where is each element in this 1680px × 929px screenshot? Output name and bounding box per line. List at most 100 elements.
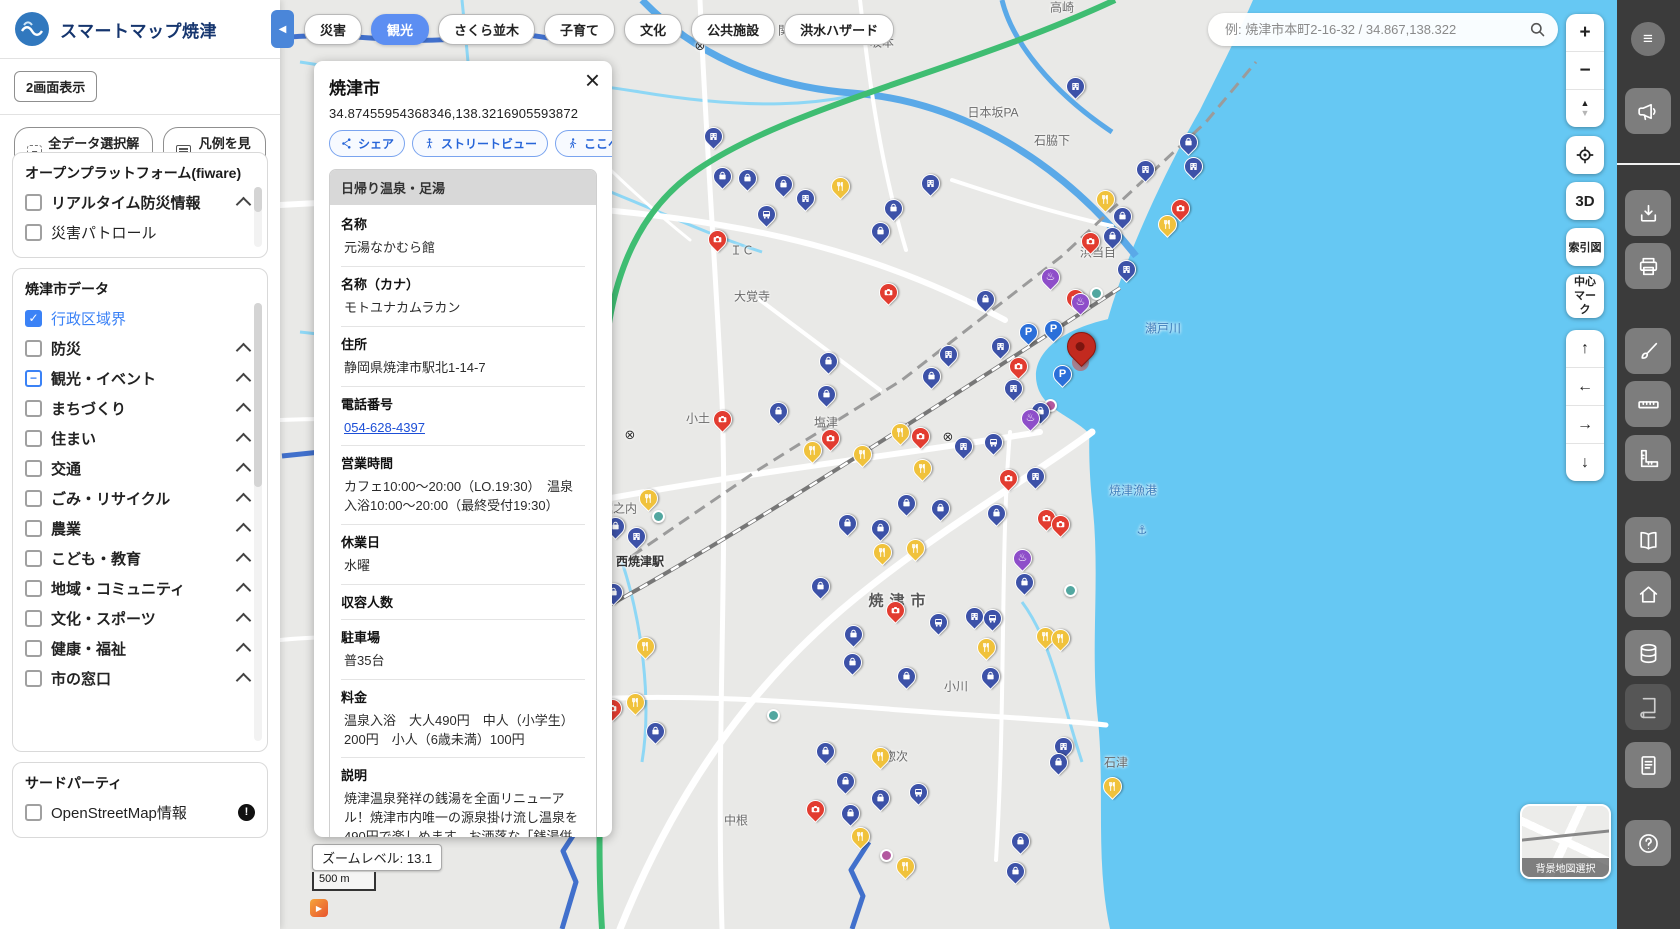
zoom-out-button[interactable]: −	[1566, 51, 1604, 89]
checkbox-unchecked[interactable]	[25, 400, 42, 417]
chevron-up-icon[interactable]	[236, 196, 252, 212]
filter-chip-子育て[interactable]: 子育て	[544, 14, 615, 45]
checkbox-unchecked[interactable]	[25, 550, 42, 567]
locate-button[interactable]	[1566, 136, 1604, 174]
pan-down-button[interactable]: ↓	[1566, 443, 1604, 481]
close-icon[interactable]: ×	[585, 67, 600, 93]
layer-item[interactable]: ごみ・リサイクル	[25, 483, 255, 513]
layer-label: リアルタイム防災情報	[51, 192, 201, 213]
zoom-in-button[interactable]: +	[1566, 14, 1604, 51]
search-input[interactable]	[1223, 21, 1528, 38]
streetview-button[interactable]: ストリートビュー	[412, 130, 548, 157]
filter-chip-さくら並木[interactable]: さくら並木	[438, 14, 535, 45]
map-pin-dot-teal[interactable]	[652, 510, 665, 523]
phone-link[interactable]: 054-628-4397	[344, 420, 425, 435]
checkbox-unchecked[interactable]	[25, 460, 42, 477]
map-attribution-logo[interactable]: ▶	[310, 899, 328, 917]
layer-item[interactable]: リアルタイム防災情報	[25, 187, 255, 217]
checkbox-unchecked[interactable]	[25, 194, 42, 211]
tilt-button[interactable]: ▲ ▼	[1566, 89, 1604, 127]
checkbox-checked[interactable]: ✓	[25, 310, 42, 327]
scrollbar[interactable]	[254, 303, 262, 741]
checkbox-unchecked[interactable]	[25, 430, 42, 447]
checkbox-unchecked[interactable]	[25, 580, 42, 597]
help-icon[interactable]	[1625, 820, 1671, 866]
chevron-up-icon[interactable]	[236, 522, 252, 538]
layer-item[interactable]: 市の窓口	[25, 663, 255, 693]
menu-icon[interactable]: ≡	[1631, 22, 1665, 56]
layer-item[interactable]: 住まい	[25, 423, 255, 453]
print-icon[interactable]	[1625, 243, 1671, 289]
chevron-up-icon[interactable]	[236, 402, 252, 418]
checkbox-unchecked[interactable]	[25, 340, 42, 357]
search-icon[interactable]	[1528, 20, 1547, 39]
field-value[interactable]: 054-628-4397	[341, 419, 585, 438]
chevron-up-icon[interactable]	[236, 492, 252, 508]
checkbox-unchecked[interactable]	[25, 640, 42, 657]
book-open-icon[interactable]	[1625, 517, 1671, 563]
filter-chip-観光[interactable]: 観光	[371, 14, 429, 45]
layer-item[interactable]: 地域・コミュニティ	[25, 573, 255, 603]
chevron-up-icon[interactable]	[236, 372, 252, 388]
checkbox-unchecked[interactable]	[25, 670, 42, 687]
document-icon[interactable]	[1625, 742, 1671, 788]
map-pin-dot-teal[interactable]	[1064, 584, 1077, 597]
filter-chip-災害[interactable]: 災害	[304, 14, 362, 45]
chevron-up-icon[interactable]	[236, 552, 252, 568]
dual-view-button[interactable]: 2画面表示	[14, 71, 97, 102]
chevron-up-icon[interactable]	[236, 672, 252, 688]
index-map-button[interactable]: 索引図	[1566, 228, 1604, 266]
info-icon[interactable]: !	[238, 804, 255, 821]
food-icon	[872, 748, 889, 765]
filter-chip-公共施設[interactable]: 公共施設	[691, 14, 775, 45]
chevron-up-icon[interactable]	[236, 462, 252, 478]
checkbox-unchecked[interactable]	[25, 224, 42, 241]
background-map-selector[interactable]: 背景地図選択	[1520, 804, 1611, 879]
megaphone-icon[interactable]	[1625, 88, 1671, 134]
checkbox-unchecked[interactable]	[25, 804, 42, 821]
layer-label: 行政区域界	[51, 308, 126, 329]
layer-item[interactable]: 文化・スポーツ	[25, 603, 255, 633]
camera-icon	[1010, 358, 1027, 375]
checkbox-indeterminate[interactable]: −	[25, 370, 42, 387]
chevron-up-icon[interactable]	[236, 642, 252, 658]
pan-right-button[interactable]: →	[1566, 405, 1604, 443]
pan-left-button[interactable]: ←	[1566, 367, 1604, 405]
layer-item[interactable]: −観光・イベント	[25, 363, 255, 393]
three-d-button[interactable]: 3D	[1566, 182, 1604, 220]
sidebar-collapse-button[interactable]: ◀	[271, 10, 294, 48]
checkbox-unchecked[interactable]	[25, 610, 42, 627]
chevron-up-icon[interactable]	[236, 342, 252, 358]
layer-item[interactable]: 交通	[25, 453, 255, 483]
brush-icon[interactable]	[1625, 328, 1671, 374]
layer-item[interactable]: OpenStreetMap情報!	[25, 797, 255, 827]
layer-item[interactable]: 農業	[25, 513, 255, 543]
chevron-up-icon[interactable]	[236, 432, 252, 448]
checkbox-unchecked[interactable]	[25, 490, 42, 507]
scrollbar[interactable]	[254, 187, 262, 247]
chevron-up-icon[interactable]	[236, 612, 252, 628]
layer-item[interactable]: こども・教育	[25, 543, 255, 573]
map-pin-dot-teal[interactable]	[767, 709, 780, 722]
home-icon[interactable]	[1625, 571, 1671, 617]
layer-item[interactable]: まちづくり	[25, 393, 255, 423]
download-icon[interactable]	[1625, 190, 1671, 236]
checkbox-unchecked[interactable]	[25, 520, 42, 537]
layer-item[interactable]: 災害パトロール	[25, 217, 255, 247]
map-pin-dot-teal[interactable]	[1090, 287, 1103, 300]
pan-up-button[interactable]: ↑	[1566, 330, 1604, 367]
layer-item[interactable]: 健康・福祉	[25, 633, 255, 663]
map-pin-dot-magenta[interactable]	[880, 849, 893, 862]
database-icon[interactable]	[1625, 630, 1671, 676]
chevron-up-icon[interactable]	[236, 582, 252, 598]
directions-button[interactable]: ここへ行く	[555, 130, 612, 157]
set-square-icon[interactable]	[1625, 435, 1671, 481]
filter-chip-文化[interactable]: 文化	[624, 14, 682, 45]
layer-item[interactable]: 防災	[25, 333, 255, 363]
book-icon[interactable]	[1625, 684, 1671, 730]
ruler-icon[interactable]	[1625, 381, 1671, 427]
layer-item[interactable]: ✓ 行政区域界	[25, 303, 255, 333]
filter-chip-洪水ハザード[interactable]: 洪水ハザード	[784, 14, 894, 45]
share-button[interactable]: シェア	[329, 130, 405, 157]
center-mark-button[interactable]: 中心マーク	[1566, 274, 1604, 318]
